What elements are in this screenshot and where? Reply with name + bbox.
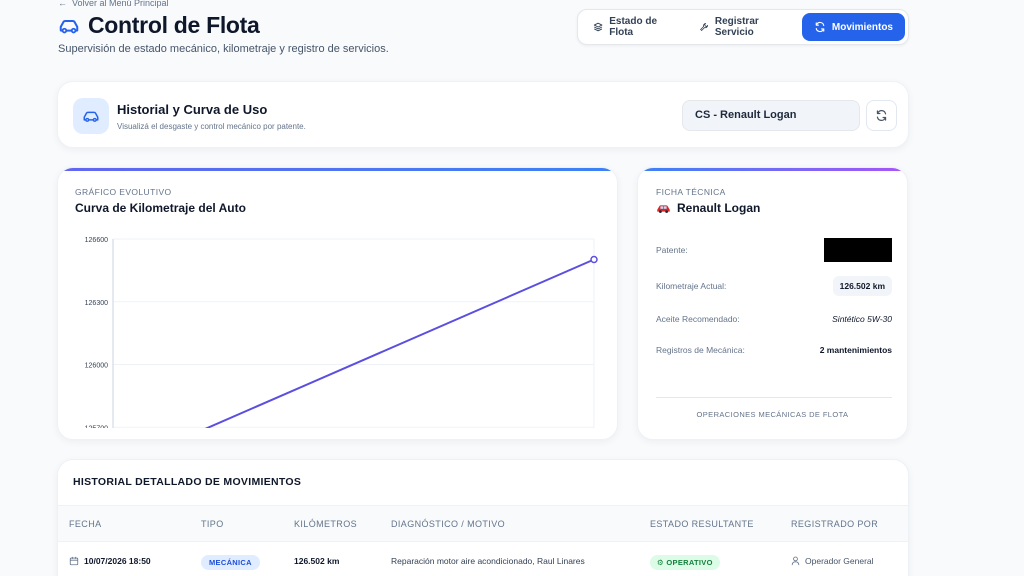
records-value: 2 mantenimientos bbox=[819, 345, 892, 355]
row-date-text: 10/07/2026 18:50 bbox=[84, 556, 151, 566]
red-car-icon bbox=[657, 204, 670, 213]
car-icon bbox=[59, 19, 79, 33]
section-nav: Estado de Flota Registrar Servicio Movim… bbox=[577, 9, 909, 45]
back-to-menu-link[interactable]: ← Volver al Menú Principal bbox=[58, 0, 169, 8]
user-icon bbox=[791, 556, 800, 566]
history-subtitle: Visualizá el desgaste y control mecánico… bbox=[117, 122, 306, 131]
wrench-icon bbox=[699, 23, 708, 31]
column-header: ESTADO RESULTANTE bbox=[650, 519, 754, 529]
spec-label: Registros de Mecánica: bbox=[656, 345, 745, 355]
spec-label: Kilometraje Actual: bbox=[656, 281, 727, 291]
page-subtitle: Supervisión de estado mecánico, kilometr… bbox=[58, 43, 389, 55]
arrow-left-icon: ← bbox=[58, 0, 67, 8]
row-date: 10/07/2026 18:50 bbox=[69, 556, 151, 566]
column-header: FECHA bbox=[69, 519, 102, 529]
tech-sheet-panel: FICHA TÉCNICA Renault Logan Patente: Kil… bbox=[637, 167, 908, 440]
layers-icon bbox=[593, 22, 603, 32]
car-icon bbox=[73, 98, 109, 134]
nav-estado-flota-label: Estado de Flota bbox=[609, 16, 658, 38]
card-accent-bar bbox=[638, 168, 907, 171]
row-type: MECÁNICA bbox=[201, 555, 260, 570]
chart-title: Curva de Kilometraje del Auto bbox=[75, 201, 246, 215]
nav-registrar-servicio-button[interactable]: Registrar Servicio bbox=[687, 13, 800, 41]
refresh-button[interactable] bbox=[866, 100, 897, 131]
spec-row-patente: Patente: bbox=[656, 238, 892, 262]
column-header: TIPO bbox=[201, 519, 224, 529]
gear-icon: ⚙ bbox=[657, 558, 665, 567]
divider bbox=[656, 397, 892, 398]
chart-panel: GRÁFICO EVOLUTIVO Curva de Kilometraje d… bbox=[57, 167, 618, 440]
status-badge: ⚙ OPERATIVO bbox=[650, 555, 720, 570]
vehicle-name: Renault Logan bbox=[677, 201, 761, 215]
nav-movimientos-label: Movimientos bbox=[831, 21, 893, 33]
column-header: REGISTRADO POR bbox=[791, 519, 879, 529]
movements-panel: HISTORIAL DETALLADO DE MOVIMIENTOS FECHA… bbox=[57, 459, 909, 576]
refresh-icon bbox=[876, 110, 887, 121]
spec-row-aceite: Aceite Recomendado: Sintético 5W-30 bbox=[656, 314, 892, 324]
y-tick-label: 126300 bbox=[85, 300, 108, 307]
tech-eyebrow: FICHA TÉCNICA bbox=[656, 187, 726, 197]
refresh-icon bbox=[815, 21, 825, 33]
row-km: 126.502 km bbox=[294, 556, 340, 566]
chart-eyebrow: GRÁFICO EVOLUTIVO bbox=[75, 187, 172, 197]
status-text: OPERATIVO bbox=[666, 558, 713, 567]
row-user: Operador General bbox=[791, 556, 874, 566]
row-reason: Reparación motor aire acondicionado, Rau… bbox=[391, 556, 585, 566]
spec-label: Patente: bbox=[656, 245, 688, 255]
column-header: DIAGNÓSTICO / MOTIVO bbox=[391, 519, 506, 529]
calendar-icon bbox=[69, 556, 79, 566]
page-title: Control de Flota bbox=[88, 12, 260, 38]
type-badge: MECÁNICA bbox=[201, 555, 260, 570]
nav-registrar-servicio-label: Registrar Servicio bbox=[714, 16, 759, 38]
y-tick-label: 126600 bbox=[85, 237, 108, 244]
history-panel: Historial y Curva de Uso Visualizá el de… bbox=[57, 81, 909, 148]
nav-estado-flota-button[interactable]: Estado de Flota bbox=[581, 13, 685, 41]
mileage-value: 126.502 km bbox=[832, 276, 892, 296]
oil-value: Sintético 5W-30 bbox=[832, 314, 892, 324]
back-link-label: Volver al Menú Principal bbox=[72, 0, 169, 8]
spec-row-registros: Registros de Mecánica: 2 mantenimientos bbox=[656, 345, 892, 355]
card-accent-bar bbox=[58, 168, 617, 171]
y-tick-label: 125700 bbox=[85, 425, 108, 428]
row-status: ⚙ OPERATIVO bbox=[650, 555, 720, 570]
data-point bbox=[590, 255, 598, 264]
row-user-text: Operador General bbox=[805, 556, 874, 566]
mileage-chart: 12540012570012600012630012660010/07/2026… bbox=[85, 237, 598, 428]
tech-footer: OPERACIONES MECÁNICAS DE FLOTA bbox=[696, 410, 849, 419]
vehicle-select[interactable]: CS - Renault Logan bbox=[682, 100, 860, 131]
column-header: KILÓMETROS bbox=[294, 519, 358, 529]
movements-title: HISTORIAL DETALLADO DE MOVIMIENTOS bbox=[73, 476, 302, 488]
table-header: FECHA TIPO KILÓMETROS DIAGNÓSTICO / MOTI… bbox=[58, 505, 908, 542]
series-line bbox=[204, 258, 595, 428]
y-tick-label: 126000 bbox=[85, 363, 108, 370]
license-plate-redacted bbox=[824, 238, 892, 262]
spec-label: Aceite Recomendado: bbox=[656, 314, 740, 324]
spec-row-kilometraje: Kilometraje Actual: 126.502 km bbox=[656, 276, 892, 296]
history-title: Historial y Curva de Uso bbox=[117, 102, 268, 117]
nav-movimientos-button[interactable]: Movimientos bbox=[801, 13, 905, 41]
